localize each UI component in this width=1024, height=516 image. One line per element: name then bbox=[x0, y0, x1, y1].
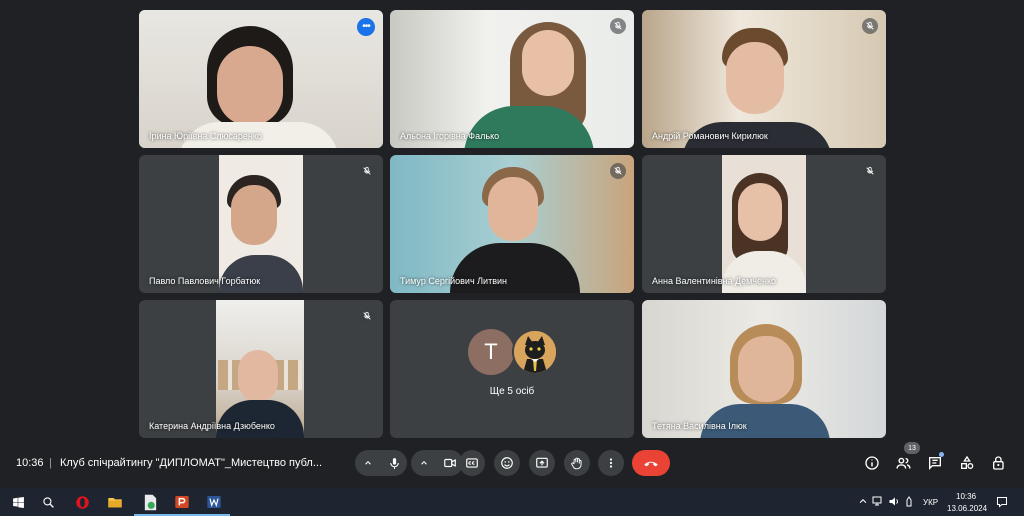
info-icon bbox=[865, 456, 879, 470]
participant-tile[interactable]: Альона Ігорівна Фалько bbox=[390, 10, 634, 148]
search-icon bbox=[42, 496, 54, 508]
mic-off-icon bbox=[610, 18, 626, 34]
activities-button[interactable] bbox=[957, 453, 977, 473]
participant-video bbox=[390, 155, 634, 293]
hang-up-icon bbox=[644, 461, 658, 467]
participant-tile[interactable]: Анна Валентинівна Демченко bbox=[642, 155, 886, 293]
people-button[interactable] bbox=[893, 453, 913, 473]
emoji-icon bbox=[501, 457, 513, 469]
participant-video bbox=[642, 10, 886, 148]
host-controls-button[interactable] bbox=[989, 453, 1009, 473]
unread-dot bbox=[939, 452, 944, 457]
word-app[interactable] bbox=[198, 492, 230, 516]
search-button[interactable] bbox=[38, 492, 58, 512]
meeting-info-button[interactable] bbox=[862, 453, 882, 473]
chat-icon bbox=[929, 457, 941, 470]
camera-options-button[interactable] bbox=[411, 458, 437, 468]
camera-icon bbox=[444, 458, 456, 468]
captions-icon bbox=[466, 458, 478, 468]
participant-name: Ірина Юріївна Слюсаренко bbox=[149, 131, 262, 141]
hand-icon bbox=[571, 457, 582, 470]
taskbar-date[interactable]: 13.06.2024 bbox=[947, 504, 987, 513]
present-screen-icon bbox=[536, 457, 548, 468]
people-count-badge: 13 bbox=[904, 442, 920, 454]
file-explorer-app[interactable] bbox=[105, 492, 125, 512]
participant-tile[interactable]: Тимур Сергійович Литвин bbox=[390, 155, 634, 293]
start-button[interactable] bbox=[8, 492, 28, 512]
pen-icon bbox=[906, 496, 912, 507]
lock-person-icon bbox=[993, 456, 1004, 470]
participant-name: Тимур Сергійович Литвин bbox=[400, 276, 507, 286]
taskbar-time[interactable]: 10:36 bbox=[956, 492, 976, 501]
camera-control bbox=[411, 450, 463, 476]
notifications-button[interactable] bbox=[996, 496, 1008, 510]
meeting-clock: 10:36 bbox=[16, 457, 44, 469]
powerpoint-icon bbox=[175, 496, 189, 508]
mic-button[interactable] bbox=[381, 457, 407, 470]
cat-avatar-icon bbox=[512, 329, 558, 375]
mic-off-icon bbox=[862, 18, 878, 34]
word-icon bbox=[207, 496, 221, 508]
mic-options-button[interactable] bbox=[355, 458, 381, 468]
raise-hand-button[interactable] bbox=[564, 450, 590, 476]
windows-taskbar: УКР 10:36 13.06.2024 bbox=[0, 488, 1024, 516]
chevron-up-icon bbox=[365, 461, 371, 465]
opera-icon bbox=[75, 495, 89, 509]
participant-name: Тетяна Василівна Ілюк bbox=[652, 421, 747, 431]
opera-app[interactable] bbox=[72, 492, 92, 512]
participant-name: Павло Павлович Горбатюк bbox=[149, 276, 261, 286]
chrome-meet-app[interactable] bbox=[134, 492, 166, 516]
participant-name: Анна Валентинівна Демченко bbox=[652, 276, 777, 286]
participant-tile[interactable]: Андрій Романович Кирилюк bbox=[642, 10, 886, 148]
keyboard-language[interactable]: УКР bbox=[923, 498, 938, 507]
participant-tile[interactable]: Павло Павлович Горбатюк bbox=[139, 155, 383, 293]
participant-name: Андрій Романович Кирилюк bbox=[652, 131, 768, 141]
windows-logo-icon bbox=[12, 496, 24, 508]
participant-tile[interactable]: Катерина Андріївна Дзюбенко bbox=[139, 300, 383, 438]
notification-icon bbox=[997, 497, 1007, 508]
divider: | bbox=[49, 457, 52, 469]
participant-avatar: T bbox=[468, 329, 514, 375]
leave-call-button[interactable] bbox=[632, 450, 670, 476]
participant-video bbox=[139, 10, 383, 148]
participant-video bbox=[219, 155, 303, 293]
more-options-button[interactable] bbox=[598, 450, 624, 476]
reactions-button[interactable] bbox=[494, 450, 520, 476]
more-vert-icon bbox=[609, 458, 613, 468]
others-count-label: Ще 5 осіб bbox=[489, 386, 535, 397]
participant-tile[interactable]: ••• Ірина Юріївна Слюсаренко bbox=[139, 10, 383, 148]
shapes-icon bbox=[961, 455, 974, 469]
participant-video bbox=[390, 10, 634, 148]
mic-control bbox=[355, 450, 407, 476]
present-button[interactable] bbox=[529, 450, 555, 476]
more-options-icon[interactable]: ••• bbox=[357, 18, 375, 36]
folder-icon bbox=[108, 498, 122, 508]
document-app-icon bbox=[144, 494, 156, 510]
network-tray-icon[interactable] bbox=[872, 496, 884, 509]
participant-tile[interactable]: Тетяна Василівна Ілюк bbox=[642, 300, 886, 438]
chevron-up-icon bbox=[421, 461, 427, 465]
speaker-icon bbox=[889, 497, 898, 506]
volume-tray-icon[interactable] bbox=[888, 496, 900, 509]
meeting-title: Клуб спічрайтингу "ДИПЛОМАТ"_Мистецтво п… bbox=[60, 457, 323, 469]
tray-chevron-icon[interactable] bbox=[858, 496, 868, 508]
participant-name: Альона Ігорівна Фалько bbox=[400, 131, 500, 141]
people-icon bbox=[895, 457, 911, 469]
participant-video bbox=[722, 155, 806, 293]
pen-tray-icon[interactable] bbox=[904, 496, 914, 509]
others-tile[interactable]: T Ще 5 осіб bbox=[390, 300, 634, 438]
mic-off-icon bbox=[359, 308, 375, 324]
network-icon bbox=[872, 496, 882, 506]
participant-name: Катерина Андріївна Дзюбенко bbox=[149, 421, 275, 431]
microphone-icon bbox=[389, 457, 399, 469]
mic-off-icon bbox=[862, 163, 878, 179]
powerpoint-app[interactable] bbox=[166, 492, 198, 516]
participant-video bbox=[216, 300, 304, 438]
mic-off-icon bbox=[359, 163, 375, 179]
captions-button[interactable] bbox=[459, 450, 485, 476]
chevron-up-icon bbox=[859, 499, 867, 504]
participant-video bbox=[642, 300, 886, 438]
mic-off-icon bbox=[610, 163, 626, 179]
